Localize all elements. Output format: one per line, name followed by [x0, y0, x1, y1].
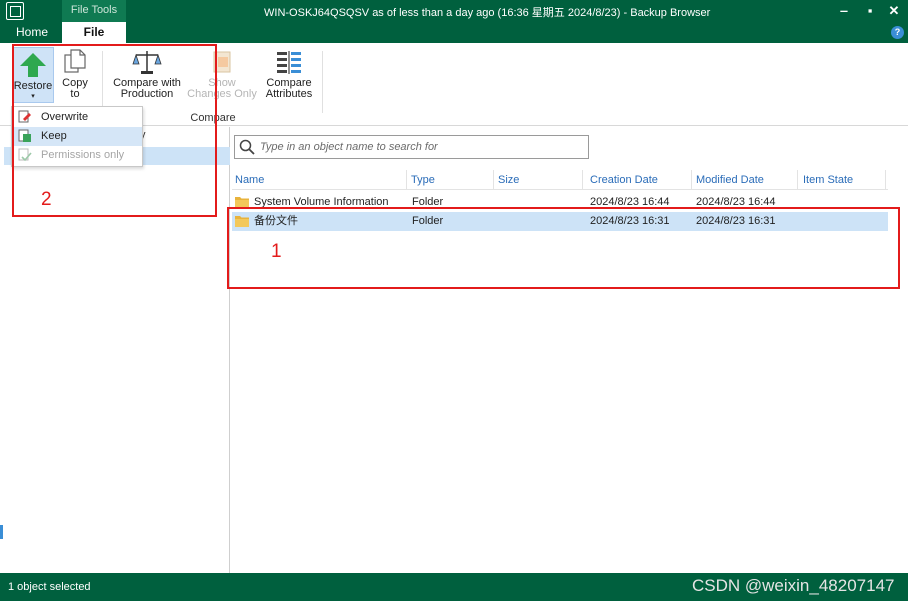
- tab-file[interactable]: File: [62, 22, 126, 43]
- minimize-button[interactable]: ‒: [834, 2, 854, 20]
- tree-scroll-marker: [0, 525, 3, 539]
- search-input[interactable]: [260, 138, 580, 156]
- annotation-box-1: [227, 207, 900, 289]
- status-text: 1 object selected: [8, 581, 91, 593]
- search-icon: [239, 139, 255, 155]
- column-header-modified-date[interactable]: Modified Date: [693, 170, 798, 190]
- column-header-name[interactable]: Name: [232, 170, 407, 190]
- ribbon-separator: [322, 51, 323, 113]
- watermark: CSDN @weixin_48207147: [692, 576, 895, 595]
- column-header-item-state[interactable]: Item State: [800, 170, 886, 190]
- ribbon-tab-row: Home File ?: [0, 22, 908, 43]
- file-table-header: Name Type Size Creation Date Modified Da…: [232, 170, 888, 190]
- column-header-size[interactable]: Size: [495, 170, 583, 190]
- column-header-type[interactable]: Type: [408, 170, 494, 190]
- app-icon[interactable]: [6, 2, 24, 20]
- maximize-button[interactable]: ▪: [860, 2, 880, 20]
- annotation-label-2: 2: [41, 189, 52, 210]
- status-bar: 1 object selected CSDN @weixin_48207147: [0, 573, 908, 601]
- title-bar: File Tools WIN-OSKJ64QSQSV as of less th…: [0, 0, 908, 22]
- compare-attributes-label-2: Attributes: [265, 88, 313, 100]
- column-header-creation-date[interactable]: Creation Date: [587, 170, 692, 190]
- tab-home[interactable]: Home: [6, 22, 58, 43]
- close-button[interactable]: ✕: [884, 2, 904, 20]
- annotation-label-1: 1: [271, 241, 282, 262]
- compare-attributes-button[interactable]: Compare Attributes: [262, 45, 316, 100]
- compare-attributes-icon: [277, 51, 301, 74]
- help-icon[interactable]: ?: [891, 26, 904, 39]
- window-title: WIN-OSKJ64QSQSV as of less than a day ag…: [264, 7, 711, 19]
- context-tab-file-tools: File Tools: [62, 0, 126, 22]
- search-box[interactable]: [234, 135, 589, 159]
